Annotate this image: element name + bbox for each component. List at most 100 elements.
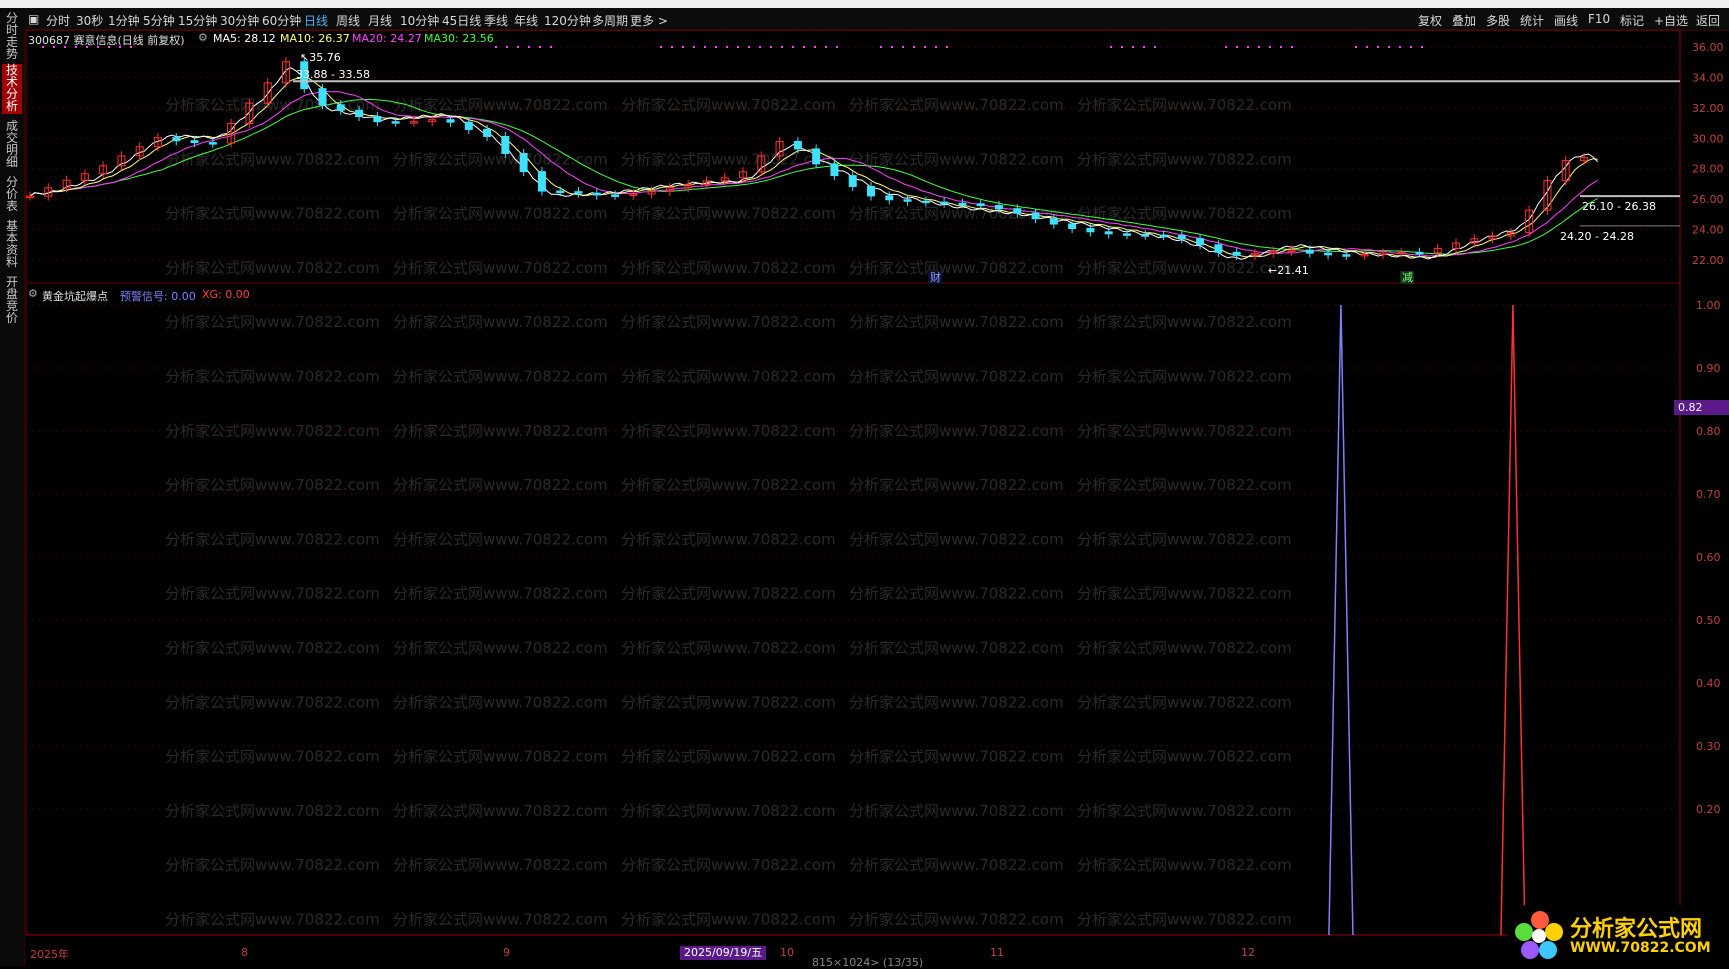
candle-body bbox=[391, 121, 400, 124]
signal-dot bbox=[1399, 46, 1401, 48]
signal-dot bbox=[671, 46, 673, 48]
signal-dot bbox=[42, 46, 44, 48]
candle-body bbox=[190, 140, 199, 144]
kline-chart[interactable]: 36.00 34.00 32.00 30.00 28.00 26.00 24.00 22.00… bbox=[0, 0, 1729, 966]
watermark-text: 分析家公式网www.70822.com bbox=[849, 313, 1064, 331]
price-tick-label: 26.00 bbox=[1692, 193, 1724, 206]
watermark-text: 分析家公式网www.70822.com bbox=[165, 476, 380, 494]
price-tick-label: 30.00 bbox=[1692, 132, 1724, 145]
candle-body bbox=[1232, 251, 1241, 256]
watermark-text: 分析家公式网www.70822.com bbox=[621, 693, 836, 711]
signal-dot bbox=[935, 46, 937, 48]
watermark-text: 分析家公式网www.70822.com bbox=[849, 96, 1064, 114]
candle-body bbox=[556, 190, 565, 194]
candle-body bbox=[903, 199, 912, 202]
watermark-text: 分析家公式网www.70822.com bbox=[1077, 313, 1292, 331]
signal-dot bbox=[1355, 46, 1357, 48]
watermark-text: 分析家公式网www.70822.com bbox=[1077, 693, 1292, 711]
watermark-text: 分析家公式网www.70822.com bbox=[165, 856, 380, 874]
candle-body bbox=[537, 171, 546, 192]
candle-body bbox=[519, 152, 528, 173]
signal-dot bbox=[1410, 46, 1412, 48]
watermark-text: 分析家公式网www.70822.com bbox=[165, 802, 380, 820]
logo-title: 分析家公式网 bbox=[1570, 917, 1703, 942]
candle-body bbox=[373, 116, 382, 123]
candle-body bbox=[848, 175, 857, 187]
candle-body bbox=[1342, 254, 1351, 257]
watermark-text: 分析家公式网www.70822.com bbox=[1077, 802, 1292, 820]
watermark-text: 分析家公式网www.70822.com bbox=[165, 639, 380, 657]
signal-dot bbox=[1366, 46, 1368, 48]
signal-dot bbox=[748, 46, 750, 48]
signal-dot bbox=[682, 46, 684, 48]
signal-dot bbox=[836, 46, 838, 48]
flower-logo-icon bbox=[1515, 911, 1563, 959]
signal-dot bbox=[1421, 46, 1423, 48]
signal-dot bbox=[75, 46, 77, 48]
candle-body bbox=[1214, 244, 1223, 253]
watermark-text: 分析家公式网www.70822.com bbox=[165, 96, 380, 114]
watermark-text: 分析家公式网www.70822.com bbox=[621, 313, 836, 331]
candle-body bbox=[355, 109, 364, 118]
watermark-text: 分析家公式网www.70822.com bbox=[849, 585, 1064, 603]
candle-body bbox=[1086, 228, 1095, 233]
candle-body bbox=[574, 191, 583, 194]
reduce-marker-label: 减 bbox=[1402, 271, 1413, 284]
candle-body bbox=[592, 192, 601, 196]
signal-dot bbox=[506, 46, 508, 48]
indicator-tick-label: 0.60 bbox=[1696, 551, 1721, 564]
signal-dot bbox=[1269, 46, 1271, 48]
watermark-text: 分析家公式网www.70822.com bbox=[621, 748, 836, 766]
time-label-oct: 10 bbox=[780, 946, 794, 959]
watermark-text: 分析家公式网www.70822.com bbox=[393, 150, 608, 168]
signal-dot bbox=[737, 46, 739, 48]
signal-dot bbox=[1110, 46, 1112, 48]
watermark-text: 分析家公式网www.70822.com bbox=[1077, 911, 1292, 929]
watermark-text: 分析家公式网www.70822.com bbox=[1077, 530, 1292, 548]
watermark-text: 分析家公式网www.70822.com bbox=[621, 150, 836, 168]
watermark-text: 分析家公式网www.70822.com bbox=[393, 639, 608, 657]
watermark-text: 分析家公式网www.70822.com bbox=[393, 530, 608, 548]
resistance-annotation: 33.88 - 33.58 bbox=[296, 68, 370, 81]
watermark-text: 分析家公式网www.70822.com bbox=[849, 150, 1064, 168]
signal-dot bbox=[119, 46, 121, 48]
watermark-text: 分析家公式网www.70822.com bbox=[621, 368, 836, 386]
signal-dot bbox=[1247, 46, 1249, 48]
candle-body bbox=[976, 203, 985, 207]
signal-dot bbox=[97, 46, 99, 48]
watermark-text: 分析家公式网www.70822.com bbox=[1077, 259, 1292, 277]
footer-status: 815×1024> (13/35) bbox=[812, 956, 924, 969]
watermark-text: 分析家公式网www.70822.com bbox=[1077, 96, 1292, 114]
signal-dot bbox=[1143, 46, 1145, 48]
signal-dot bbox=[770, 46, 772, 48]
time-label-aug: 8 bbox=[241, 946, 248, 959]
watermark-text: 分析家公式网www.70822.com bbox=[621, 585, 836, 603]
price-tick-label: 22.00 bbox=[1692, 254, 1724, 267]
signal-dot bbox=[759, 46, 761, 48]
signal-dot bbox=[528, 46, 530, 48]
signal-dot bbox=[660, 46, 662, 48]
watermark-text: 分析家公式网www.70822.com bbox=[849, 693, 1064, 711]
signal-dot bbox=[1154, 46, 1156, 48]
signal-dot bbox=[814, 46, 816, 48]
price-tick-label: 34.00 bbox=[1692, 71, 1724, 84]
watermark-text: 分析家公式网www.70822.com bbox=[165, 150, 380, 168]
signal-dot bbox=[946, 46, 948, 48]
watermark-text: 分析家公式网www.70822.com bbox=[1077, 639, 1292, 657]
watermark-text: 分析家公式网www.70822.com bbox=[849, 748, 1064, 766]
candle-body bbox=[1159, 234, 1168, 238]
signal-dot bbox=[1388, 46, 1390, 48]
price-tick-label: 24.00 bbox=[1692, 224, 1724, 237]
candle-body bbox=[446, 119, 455, 123]
watermark-text: 分析家公式网www.70822.com bbox=[1077, 422, 1292, 440]
candle-body bbox=[940, 201, 949, 205]
watermark-text: 分析家公式网www.70822.com bbox=[393, 856, 608, 874]
watermark-text: 分析家公式网www.70822.com bbox=[165, 205, 380, 223]
watermark-text: 分析家公式网www.70822.com bbox=[1077, 476, 1292, 494]
signal-dot bbox=[1236, 46, 1238, 48]
signal-dot bbox=[825, 46, 827, 48]
signal-dot bbox=[64, 46, 66, 48]
watermark-text: 分析家公式网www.70822.com bbox=[165, 693, 380, 711]
watermark-text: 分析家公式网www.70822.com bbox=[1077, 205, 1292, 223]
signal-dot bbox=[880, 46, 882, 48]
